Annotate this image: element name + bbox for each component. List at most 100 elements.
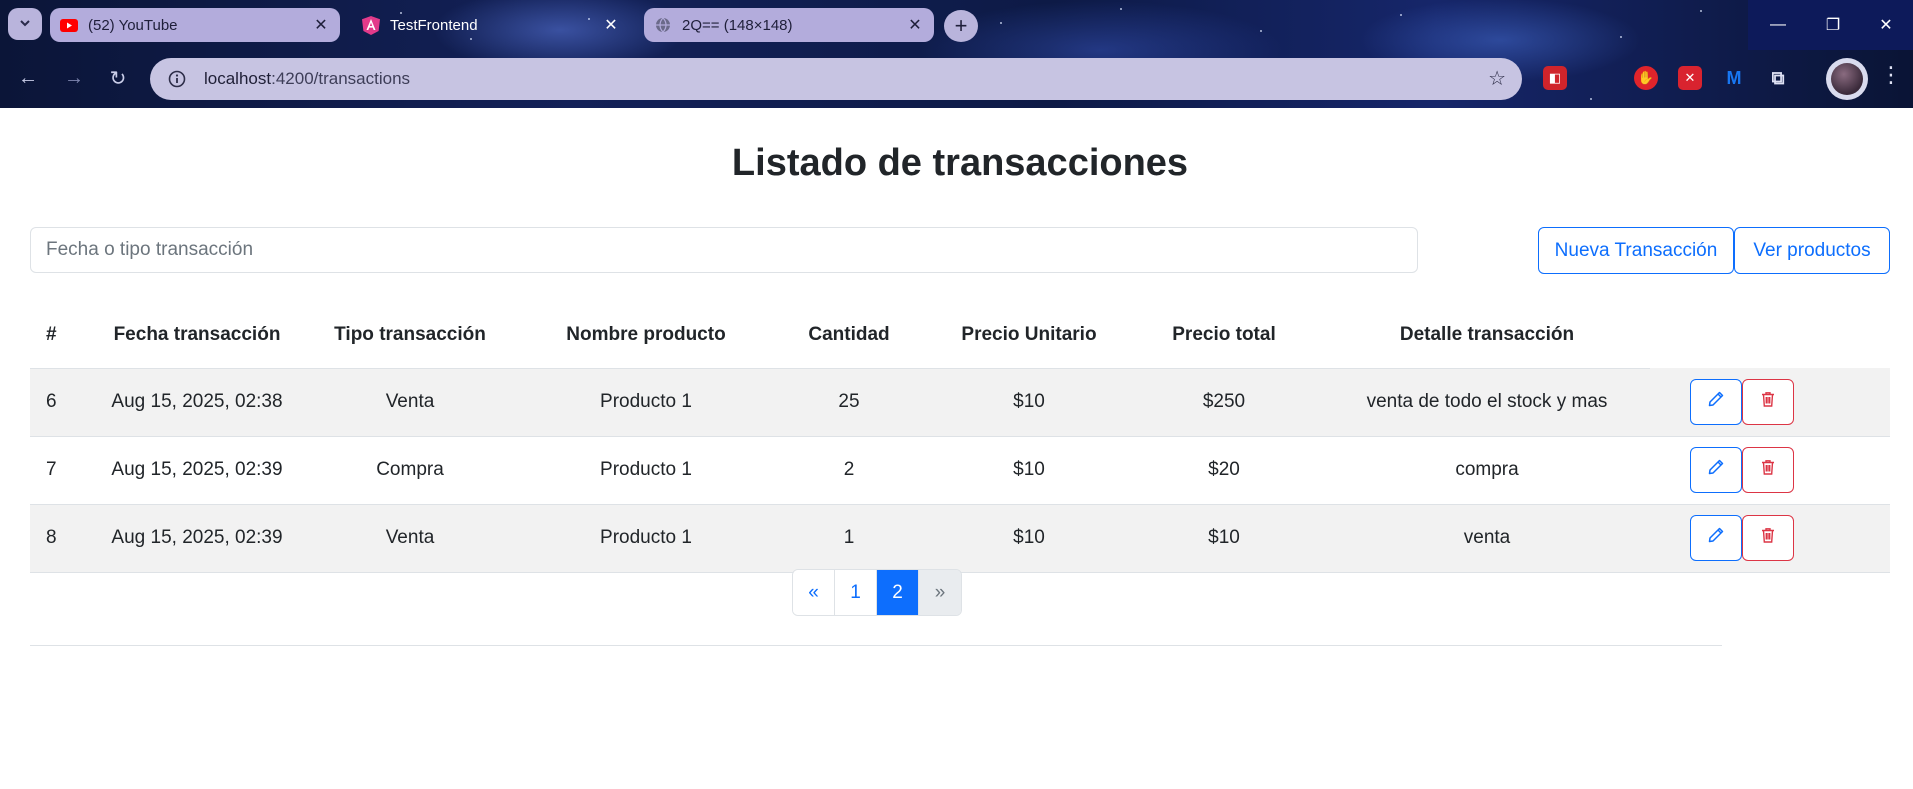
cell-total-price: $10 (1124, 504, 1324, 573)
cell-date: Aug 15, 2025, 02:38 (102, 368, 292, 437)
table-header-row: # Fecha transacción Tipo transacción Nom… (30, 302, 1890, 369)
minimize-button[interactable]: — (1750, 0, 1806, 50)
pagination-next[interactable]: » (919, 570, 961, 615)
forward-button[interactable]: → (60, 64, 88, 92)
header-total-price: Precio total (1124, 302, 1324, 369)
pencil-icon (1707, 458, 1725, 482)
cell-total-price: $250 (1124, 368, 1324, 437)
table-row: 7 Aug 15, 2025, 02:39 Compra Producto 1 … (30, 436, 1890, 505)
tab-title: 2Q== (148×148) (682, 16, 793, 34)
cell-quantity: 1 (764, 504, 934, 573)
cell-id: 7 (30, 436, 102, 505)
tab-testfrontend[interactable]: TestFrontend ✕ (352, 8, 630, 42)
cell-actions (1650, 368, 1890, 437)
cell-detail: compra (1324, 436, 1650, 505)
cell-date: Aug 15, 2025, 02:39 (102, 504, 292, 573)
cell-id: 8 (30, 504, 102, 573)
url-text: localhost:4200/transactions (204, 69, 410, 89)
delete-button[interactable] (1742, 515, 1794, 561)
tab-youtube[interactable]: (52) YouTube ✕ (50, 8, 340, 42)
cell-quantity: 2 (764, 436, 934, 505)
cell-unit-price: $10 (934, 368, 1124, 437)
close-icon[interactable]: ✕ (602, 15, 620, 35)
close-window-button[interactable]: ✕ (1858, 0, 1913, 50)
edit-button[interactable] (1690, 447, 1742, 493)
delete-button[interactable] (1742, 378, 1794, 425)
profile-avatar[interactable] (1826, 58, 1868, 100)
header-detail: Detalle transacción (1324, 302, 1650, 369)
pagination-page-2[interactable]: 2 (877, 570, 919, 615)
transactions-table: # Fecha transacción Tipo transacción Nom… (30, 302, 1890, 573)
page-title: Listado de transacciones (731, 142, 1189, 184)
page-content: Listado de transacciones Nueva Transacci… (0, 108, 1913, 789)
avatar-image (1831, 63, 1863, 95)
reload-icon: ↻ (109, 67, 127, 90)
close-icon[interactable]: ✕ (312, 15, 330, 35)
tab-image[interactable]: 2Q== (148×148) ✕ (644, 8, 934, 42)
new-tab-button[interactable]: + (944, 10, 978, 42)
maximize-button[interactable]: ❐ (1805, 0, 1861, 50)
header-id: # (30, 302, 102, 369)
cell-type: Venta (292, 368, 528, 437)
youtube-icon (60, 16, 78, 34)
minimize-icon: — (1770, 16, 1786, 33)
close-icon: ✕ (1879, 17, 1893, 34)
arrow-right-icon: → (64, 66, 84, 89)
star-icon[interactable]: ☆ (1488, 66, 1506, 91)
site-info-icon[interactable] (164, 66, 190, 92)
extension-malwarebytes-icon[interactable]: M (1722, 66, 1746, 90)
cell-actions (1650, 436, 1890, 505)
header-actions (1650, 302, 1890, 368)
divider (30, 645, 1722, 646)
address-bar[interactable]: localhost:4200/transactions ☆ (150, 58, 1522, 100)
puzzle-icon[interactable]: ⧉ (1766, 66, 1790, 90)
arrow-left-icon: ← (18, 66, 38, 89)
header-unit-price: Precio Unitario (934, 302, 1124, 369)
angular-icon (362, 15, 380, 35)
extension-shield-icon[interactable]: ✕ (1678, 66, 1702, 90)
chevron-down-icon (18, 16, 32, 33)
cell-detail: venta (1324, 504, 1650, 573)
cell-type: Venta (292, 504, 528, 573)
pagination-prev[interactable]: « (793, 570, 835, 615)
header-quantity: Cantidad (764, 302, 934, 369)
trash-icon (1759, 458, 1777, 482)
kebab-menu-icon[interactable]: ⋮ (1880, 62, 1902, 88)
edit-button[interactable] (1690, 378, 1742, 425)
pencil-icon (1707, 390, 1725, 414)
extension-office-icon[interactable]: ◧ (1543, 66, 1567, 90)
view-products-button[interactable]: Ver productos (1734, 227, 1890, 274)
cell-product: Producto 1 (528, 504, 764, 573)
table-row: 6 Aug 15, 2025, 02:38 Venta Producto 1 2… (30, 368, 1890, 437)
cell-product: Producto 1 (528, 368, 764, 437)
new-transaction-button[interactable]: Nueva Transacción (1538, 227, 1734, 274)
close-icon[interactable]: ✕ (906, 15, 924, 35)
browser-chrome: (52) YouTube ✕ TestFrontend ✕ 2Q== (148×… (0, 0, 1913, 108)
plus-icon: + (954, 13, 968, 38)
cell-detail: venta de todo el stock y mas (1324, 368, 1650, 437)
pencil-icon (1707, 526, 1725, 550)
cell-unit-price: $10 (934, 436, 1124, 505)
delete-button[interactable] (1742, 447, 1794, 493)
extension-adblock-icon[interactable]: ✋ (1634, 66, 1658, 90)
edit-button[interactable] (1690, 515, 1742, 561)
trash-icon (1759, 390, 1777, 414)
tab-search-button[interactable] (8, 8, 42, 40)
cell-date: Aug 15, 2025, 02:39 (102, 436, 292, 505)
cell-quantity: 25 (764, 368, 934, 437)
cell-id: 6 (30, 368, 102, 437)
pagination-page-1[interactable]: 1 (835, 570, 877, 615)
cell-product: Producto 1 (528, 436, 764, 505)
globe-icon (654, 16, 672, 34)
pagination: « 1 2 » (792, 569, 962, 616)
table-row: 8 Aug 15, 2025, 02:39 Venta Producto 1 1… (30, 504, 1890, 573)
header-date: Fecha transacción (102, 302, 292, 369)
reload-button[interactable]: ↻ (104, 64, 132, 92)
trash-icon (1759, 526, 1777, 550)
cell-unit-price: $10 (934, 504, 1124, 573)
search-input[interactable] (30, 227, 1418, 273)
cell-actions (1650, 504, 1890, 573)
cell-total-price: $20 (1124, 436, 1324, 505)
back-button[interactable]: ← (14, 64, 42, 92)
url-path: :4200/transactions (271, 69, 411, 88)
